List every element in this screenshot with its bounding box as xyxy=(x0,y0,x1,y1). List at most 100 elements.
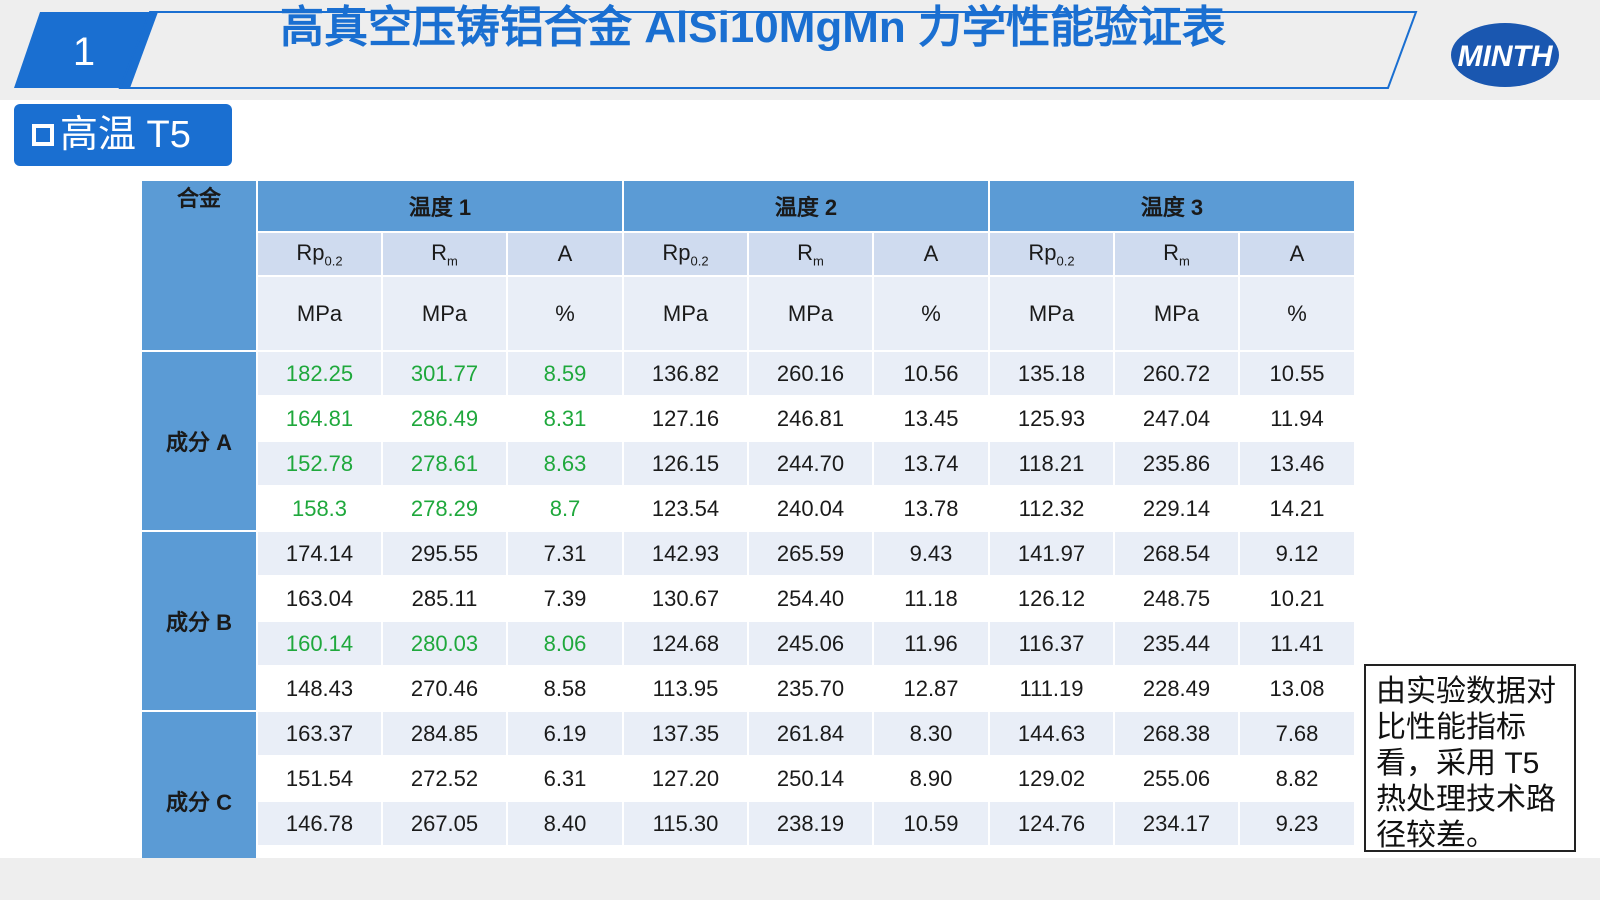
table-cell: 8.7 xyxy=(508,487,622,530)
table-cell: 8.31 xyxy=(508,397,622,440)
property-symbol-cell: A xyxy=(508,233,622,275)
table-row: 163.04 285.11 7.39 130.67 254.40 11.18 126.12 2… xyxy=(142,577,1354,620)
composition-label: 成分 A xyxy=(142,352,256,530)
property-subscript: m xyxy=(1179,253,1190,269)
table-cell: 295.55 xyxy=(383,532,506,575)
table-cell: 8.30 xyxy=(874,712,988,755)
table-cell: 123.54 xyxy=(624,487,747,530)
table-cell: 255.06 xyxy=(1115,757,1238,800)
temperature-group-header: 温度 3 xyxy=(990,181,1354,231)
property-symbol-cell: A xyxy=(1240,233,1354,275)
table-row: 160.14 280.03 8.06 124.68 245.06 11.96 116.37 2… xyxy=(142,622,1354,665)
table-cell: 127.16 xyxy=(624,397,747,440)
table-cell: 135.18 xyxy=(990,352,1113,395)
table-cell: 7.31 xyxy=(508,532,622,575)
table-cell: 136.82 xyxy=(624,352,747,395)
property-symbol: Rp xyxy=(296,239,325,265)
table-cell: 8.59 xyxy=(508,352,622,395)
table-cell: 115.30 xyxy=(624,802,747,845)
unit-cell: MPa xyxy=(624,277,747,350)
table-cell: 8.82 xyxy=(1240,757,1354,800)
table-cell: 250.14 xyxy=(749,757,872,800)
table-cell: 270.46 xyxy=(383,667,506,710)
table-cell: 8.58 xyxy=(508,667,622,710)
table-cell: 229.14 xyxy=(1115,487,1238,530)
table-cell: 112.32 xyxy=(990,487,1113,530)
table-cell: 163.37 xyxy=(258,712,381,755)
property-symbol-cell: Rm xyxy=(1115,233,1238,275)
table-cell: 164.81 xyxy=(258,397,381,440)
property-subscript: 0.2 xyxy=(324,253,343,269)
table-cell: 228.49 xyxy=(1115,667,1238,710)
page-title: 高真空压铸铝合金 AlSi10MgMn 力学性能验证表 xyxy=(280,3,1227,52)
table-cell: 234.17 xyxy=(1115,802,1238,845)
table-cell: 301.77 xyxy=(383,352,506,395)
square-bullet-icon xyxy=(32,124,54,146)
table-cell: 10.59 xyxy=(874,802,988,845)
logo-text: MINTH xyxy=(1458,40,1554,73)
table-cell: 248.75 xyxy=(1115,577,1238,620)
table-cell: 14.21 xyxy=(1240,487,1354,530)
temperature-group-header: 温度 2 xyxy=(624,181,988,231)
unit-cell: % xyxy=(508,277,622,350)
table-cell: 7.68 xyxy=(1240,712,1354,755)
table-cell: 125.93 xyxy=(990,397,1113,440)
property-symbol: R xyxy=(797,239,814,265)
table-cell: 111.19 xyxy=(990,667,1113,710)
table-row: 151.54 272.52 6.31 127.20 250.14 8.90 129.02 25… xyxy=(142,757,1354,800)
table-cell: 148.43 xyxy=(258,667,381,710)
table-cell: 260.16 xyxy=(749,352,872,395)
unit-cell: % xyxy=(874,277,988,350)
table-cell: 238.19 xyxy=(749,802,872,845)
table-cell: 13.78 xyxy=(874,487,988,530)
table-row: 成分 A 182.25 301.77 8.59 136.82 260.16 10.56 135… xyxy=(142,352,1354,530)
footer-band xyxy=(0,858,1600,900)
property-symbol-cell: A xyxy=(874,233,988,275)
table-cell: 260.72 xyxy=(1115,352,1238,395)
property-symbol: Rp xyxy=(1028,239,1057,265)
table-cell: 113.95 xyxy=(624,667,747,710)
unit-cell: MPa xyxy=(258,277,381,350)
property-symbol: R xyxy=(431,239,448,265)
table-cell: 6.31 xyxy=(508,757,622,800)
table-cell: 240.04 xyxy=(749,487,872,530)
table-row: 146.78 267.05 8.40 115.30 238.19 10.59 124.76 2… xyxy=(142,802,1354,845)
table-cell: 9.12 xyxy=(1240,532,1354,575)
property-symbol: Rp xyxy=(662,239,691,265)
table-cell: 265.59 xyxy=(749,532,872,575)
property-symbol-cell: Rp0.2 xyxy=(990,233,1113,275)
property-symbol: A xyxy=(1289,241,1305,266)
table-cell: 163.04 xyxy=(258,577,381,620)
table-cell: 9.23 xyxy=(1240,802,1354,845)
temperature-group-header: 温度 1 xyxy=(258,181,622,231)
table-cell: 146.78 xyxy=(258,802,381,845)
property-subscript: 0.2 xyxy=(1056,253,1075,269)
table-cell: 278.61 xyxy=(383,442,506,485)
table-cell: 235.86 xyxy=(1115,442,1238,485)
table-cell: 284.85 xyxy=(383,712,506,755)
table-cell: 11.18 xyxy=(874,577,988,620)
table-cell: 8.63 xyxy=(508,442,622,485)
table-cell: 116.37 xyxy=(990,622,1113,665)
property-symbol: R xyxy=(1163,239,1180,265)
table-cell: 12.87 xyxy=(874,667,988,710)
table-cell: 11.41 xyxy=(1240,622,1354,665)
property-subscript: m xyxy=(813,253,824,269)
table-cell: 11.94 xyxy=(1240,397,1354,440)
table-cell: 285.11 xyxy=(383,577,506,620)
table-cell: 280.03 xyxy=(383,622,506,665)
table-cell: 10.56 xyxy=(874,352,988,395)
composition-label: 成分 B xyxy=(142,532,256,710)
table-cell: 160.14 xyxy=(258,622,381,665)
table-cell: 286.49 xyxy=(383,397,506,440)
unit-cell: MPa xyxy=(1115,277,1238,350)
table-cell: 261.84 xyxy=(749,712,872,755)
table-row: 164.81 286.49 8.31 127.16 246.81 13.45 125.93 2… xyxy=(142,397,1354,440)
unit-cell: % xyxy=(1240,277,1354,350)
table-row: 152.78 278.61 8.63 126.15 244.70 13.74 118.21 2… xyxy=(142,442,1354,485)
property-symbol-cell: Rp0.2 xyxy=(258,233,381,275)
table-cell: 124.76 xyxy=(990,802,1113,845)
unit-cell: MPa xyxy=(383,277,506,350)
table-cell: 126.15 xyxy=(624,442,747,485)
table-cell: 142.93 xyxy=(624,532,747,575)
